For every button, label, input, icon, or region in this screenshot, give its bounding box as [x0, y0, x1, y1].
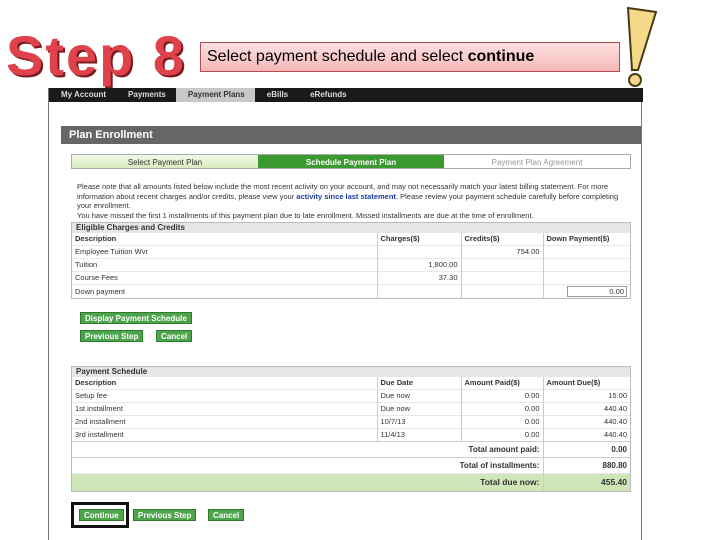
payment-schedule-table: Description Due Date Amount Paid($) Amou…	[72, 377, 630, 491]
table-row: Course Fees 37.30	[72, 270, 630, 284]
row-amount: 440.40	[543, 401, 630, 415]
col-down-payment: Down Payment($)	[546, 234, 610, 244]
row-charges: 37.30	[377, 270, 462, 284]
row-charges	[377, 244, 462, 258]
row-desc: Employee Tuition Wvr	[72, 244, 378, 258]
row-desc: Course Fees	[72, 270, 378, 284]
table-row: Setup fee Due now 0.00 15.00	[72, 388, 630, 402]
col-description: Description	[72, 233, 378, 245]
total-paid-label: Total amount paid:	[72, 440, 544, 457]
instruction-text: Select payment schedule and select	[207, 48, 468, 65]
down-payment-input[interactable]	[567, 285, 627, 297]
row-credits: 754.00	[461, 244, 544, 258]
row-due: Due now	[377, 401, 462, 415]
total-paid-row: Total amount paid: 0.00	[72, 440, 630, 457]
row-down	[543, 270, 630, 284]
payment-schedule-section: Payment Schedule Description Due Date Am…	[71, 366, 631, 492]
activity-statement-link[interactable]: activity since last statement	[296, 192, 396, 201]
cancel-button[interactable]: Cancel	[156, 330, 193, 342]
row-desc: Setup fee	[72, 388, 378, 402]
nav-tab-ebills[interactable]: eBills	[255, 88, 298, 102]
row-amount: 440.40	[543, 427, 630, 441]
nav-tab-payments[interactable]: Payments	[116, 88, 176, 102]
eligible-charges-table: Description Charges($) Credits($) Down P…	[72, 233, 630, 298]
row-charges	[377, 283, 462, 298]
wizard-step-agreement: Payment Plan Agreement	[444, 155, 630, 168]
previous-step-button-bottom[interactable]: Previous Step	[133, 509, 197, 521]
step-heading: Step 8	[6, 24, 187, 87]
panel-title: Plan Enrollment	[61, 126, 641, 144]
col-credits: Credits($)	[461, 233, 544, 245]
notice-line2: You have missed the first 1 installments…	[77, 210, 534, 220]
nav-tab-my-account[interactable]: My Account	[49, 88, 116, 102]
row-credits	[461, 270, 544, 284]
instruction-bold: continue	[467, 48, 535, 65]
row-amount: 440.40	[543, 414, 630, 428]
row-credits	[461, 283, 544, 298]
total-installments-row: Total of installments: 880.80	[72, 456, 630, 473]
col-due-date: Due Date	[377, 377, 462, 389]
display-schedule-button[interactable]: Display Payment Schedule	[80, 312, 192, 324]
total-due-row: Total due now: 455.40	[72, 472, 630, 491]
col-amount-paid: Amount Paid($)	[461, 377, 544, 389]
row-paid: 0.00	[461, 427, 544, 441]
row-paid: 0.00	[461, 414, 544, 428]
cancel-button-bottom[interactable]: Cancel	[208, 509, 245, 521]
table-row: 3rd installment 11/4/13 0.00 440.40	[72, 427, 630, 441]
total-due-label: Total due now:	[72, 472, 544, 491]
row-due: Due now	[377, 388, 462, 402]
row-down	[543, 257, 630, 271]
instruction-callout: Select payment schedule and select conti…	[200, 42, 620, 72]
continue-highlight-box	[71, 502, 129, 528]
row-down	[543, 283, 630, 298]
top-nav: My Account Payments Payment Plans eBills…	[49, 88, 643, 102]
eligible-charges-title: Eligible Charges and Credits	[72, 223, 630, 233]
eligible-charges-section: Eligible Charges and Credits Description…	[71, 222, 631, 299]
wizard-step-schedule-plan: Schedule Payment Plan	[258, 155, 444, 168]
previous-step-button[interactable]: Previous Step	[80, 330, 144, 342]
row-desc: 2nd installment	[72, 414, 378, 428]
row-down	[543, 244, 630, 258]
table-row: Down payment	[72, 283, 630, 298]
notice-text: Please note that all amounts listed belo…	[77, 182, 627, 220]
wizard-steps: Select Payment Plan Schedule Payment Pla…	[71, 154, 631, 169]
nav-tab-payment-plans[interactable]: Payment Plans	[175, 88, 255, 102]
total-due-value: 455.40	[543, 472, 630, 491]
payment-schedule-title: Payment Schedule	[72, 367, 630, 377]
row-charges: 1,800.00	[377, 257, 462, 271]
row-paid: 0.00	[461, 401, 544, 415]
total-installments-label: Total of installments:	[72, 456, 544, 473]
app-screen: My Account Payments Payment Plans eBills…	[48, 88, 643, 540]
row-paid: 0.00	[461, 388, 544, 402]
col-amount-due: Amount Due($)	[546, 378, 601, 388]
row-desc: Tuition	[72, 257, 378, 271]
table-row: Tuition 1,800.00	[72, 257, 630, 271]
row-credits	[461, 257, 544, 271]
down-payment-label: Down payment	[72, 283, 378, 298]
row-due: 10/7/13	[377, 414, 462, 428]
row-desc: 1st installment	[72, 401, 378, 415]
wizard-step-select-plan: Select Payment Plan	[72, 155, 258, 168]
exclamation-icon	[626, 6, 658, 87]
col-charges: Charges($)	[377, 233, 462, 245]
table-row: 2nd installment 10/7/13 0.00 440.40	[72, 414, 630, 428]
table-row: 1st installment Due now 0.00 440.40	[72, 401, 630, 415]
col-description: Description	[72, 377, 378, 389]
row-desc: 3rd installment	[72, 427, 378, 441]
table-row: Employee Tuition Wvr 754.00	[72, 244, 630, 258]
total-paid-value: 0.00	[543, 440, 630, 457]
nav-tab-erefunds[interactable]: eRefunds	[298, 88, 356, 102]
row-amount: 15.00	[543, 388, 630, 402]
total-installments-value: 880.80	[543, 456, 630, 473]
row-due: 11/4/13	[377, 427, 462, 441]
